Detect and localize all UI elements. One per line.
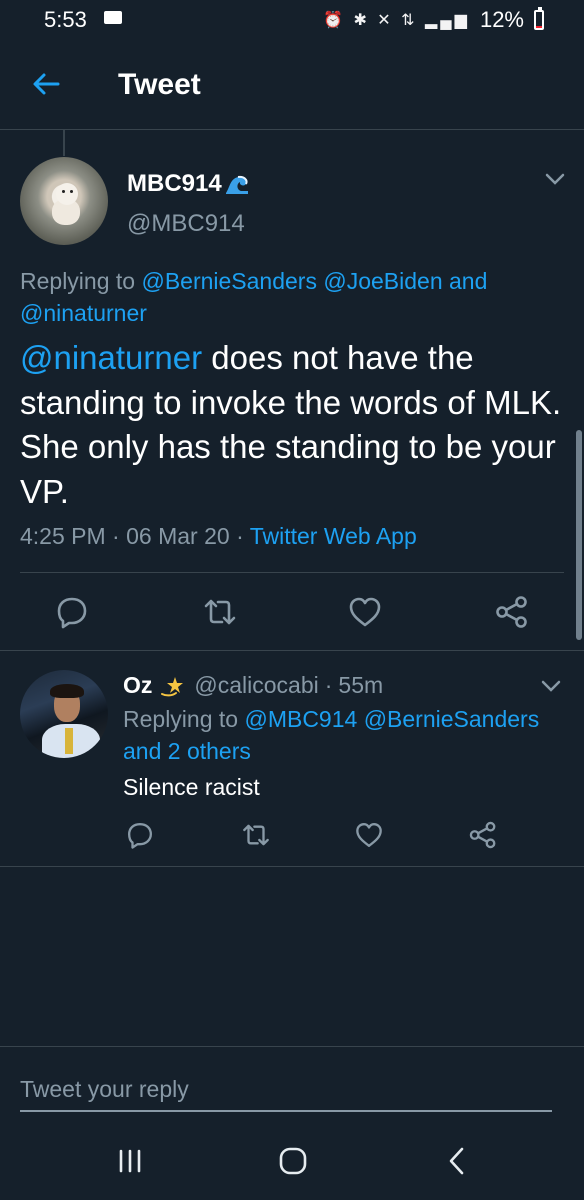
mention-link[interactable]: @BernieSanders: [364, 706, 540, 732]
tweet-source[interactable]: Twitter Web App: [250, 523, 417, 549]
retweet-icon[interactable]: [241, 820, 271, 850]
tweet-actions: [0, 590, 584, 634]
status-bar: 5:53 ⏰ ✱ ✕ ⇅ ▂▄▆ 12%: [0, 0, 584, 40]
divider: [0, 650, 584, 651]
replying-label: Replying to: [20, 268, 136, 294]
arrow-left-icon[interactable]: [30, 68, 62, 100]
tweet-time: 4:25 PM: [20, 523, 106, 549]
reply-text: Silence racist: [123, 774, 260, 800]
system-nav-bar: [0, 1120, 584, 1200]
status-right: ⏰ ✱ ✕ ⇅ ▂▄▆ 12%: [323, 7, 524, 33]
like-icon[interactable]: [347, 594, 383, 630]
divider: [20, 572, 564, 573]
tweet-text: @ninaturner does not have the standing t…: [20, 336, 576, 514]
wave-icon: [225, 175, 248, 194]
meta-separator: ·: [112, 523, 120, 549]
thread-line: [63, 130, 65, 156]
reply-age: 55m: [338, 672, 384, 698]
battery-icon: [534, 7, 544, 30]
replying-to: Replying to @MBC914 @BernieSanders and 2…: [123, 703, 563, 767]
tweet-date: 06 Mar 20: [126, 523, 230, 549]
mention-link[interactable]: @ninaturner: [20, 300, 147, 326]
like-icon[interactable]: [354, 820, 384, 850]
reply-icon[interactable]: [54, 594, 90, 630]
share-icon[interactable]: [468, 820, 498, 850]
dizzy-star-icon: [161, 676, 184, 696]
author-name-text: MBC914: [127, 170, 222, 197]
battery-percent: 12%: [479, 7, 524, 32]
app-bar: Tweet: [0, 40, 584, 130]
share-icon[interactable]: [494, 594, 530, 630]
chevron-down-icon[interactable]: [540, 679, 562, 693]
status-icons: ⏰ ✱ ✕ ⇅ ▂▄▆: [323, 12, 470, 29]
author-handle[interactable]: @MBC914: [127, 210, 245, 238]
replying-and: and: [449, 268, 488, 294]
reply-icon[interactable]: [125, 820, 155, 850]
retweet-icon[interactable]: [202, 594, 238, 630]
reply-header: Oz @calicocabi · 55m: [123, 672, 383, 699]
reply-input[interactable]: [20, 1068, 552, 1112]
tweet-meta: 4:25 PM · 06 Mar 20 · Twitter Web App: [20, 523, 417, 550]
avatar[interactable]: [20, 670, 108, 758]
status-time: 5:53: [44, 7, 87, 32]
reply-actions: [0, 818, 584, 850]
replying-more-link[interactable]: and 2 others: [123, 738, 251, 764]
chevron-down-icon[interactable]: [544, 172, 566, 186]
mention-link[interactable]: @BernieSanders: [141, 268, 317, 294]
author-name[interactable]: MBC914: [127, 170, 250, 198]
scrollbar[interactable]: [576, 430, 582, 640]
home-icon[interactable]: [278, 1146, 308, 1176]
back-icon[interactable]: [446, 1146, 468, 1176]
mail-notification-icon: [104, 11, 122, 24]
replying-to: Replying to @BernieSanders @JoeBiden and…: [20, 265, 540, 329]
tweet-mention[interactable]: @ninaturner: [20, 339, 202, 376]
page-title: Tweet: [118, 68, 201, 101]
mention-link[interactable]: @JoeBiden: [323, 268, 442, 294]
mention-link[interactable]: @MBC914: [244, 706, 357, 732]
replying-label: Replying to: [123, 706, 239, 732]
reply-author-handle[interactable]: @calicocabi: [194, 672, 318, 699]
reply-author-name[interactable]: Oz: [123, 672, 152, 699]
recents-icon[interactable]: [116, 1149, 144, 1173]
divider: [0, 866, 584, 867]
meta-separator: ·: [236, 523, 244, 549]
meta-separator: ·: [324, 672, 333, 698]
avatar[interactable]: [20, 157, 108, 245]
divider: [0, 1046, 584, 1047]
